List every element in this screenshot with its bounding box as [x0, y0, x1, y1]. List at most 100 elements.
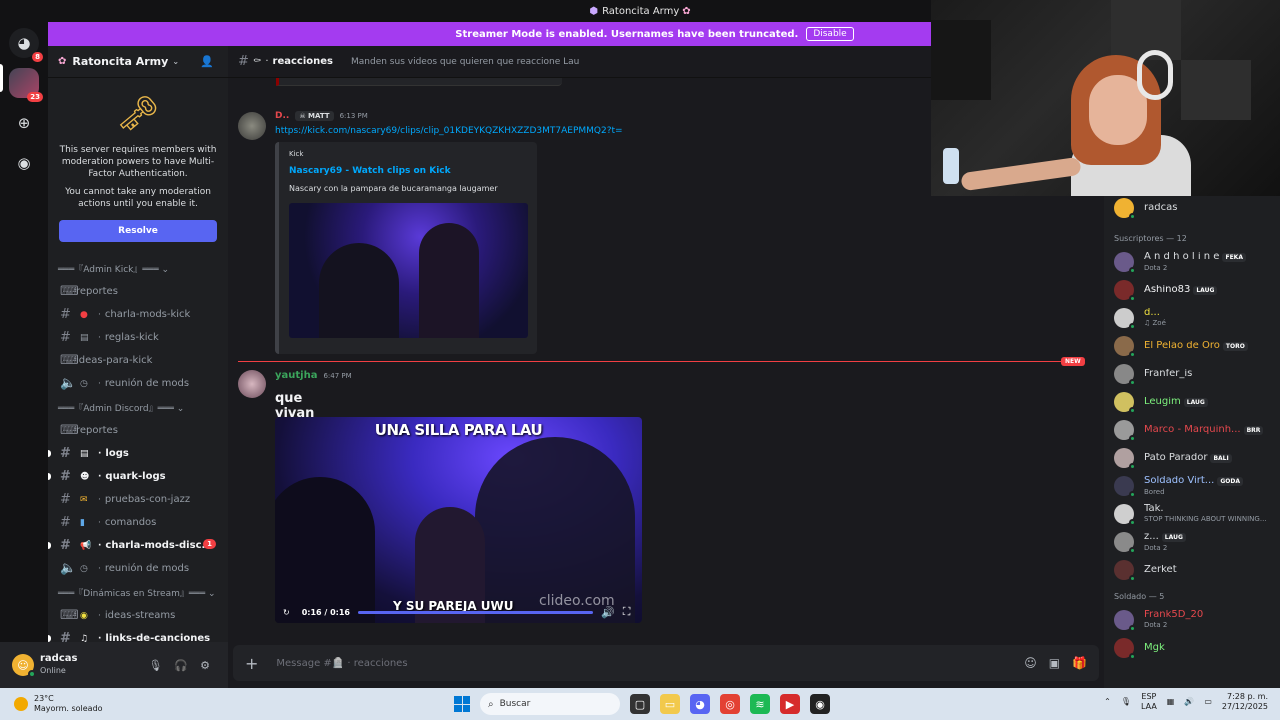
media-app-icon[interactable]: ▶ — [780, 694, 800, 714]
skull-icon: ☠ — [299, 112, 306, 120]
member-item[interactable]: Marco - Marquinh... BRR — [1104, 416, 1280, 444]
member-item[interactable]: Leugim LAUG — [1104, 388, 1280, 416]
battery-icon[interactable]: ▭ — [1204, 697, 1212, 707]
sticker-icon[interactable]: ☺ — [1024, 656, 1037, 670]
member-name-text: El Pelao de Oro — [1144, 340, 1220, 351]
member-item[interactable]: z... LAUG Dota 2 — [1104, 528, 1280, 556]
member-item[interactable]: Soldado Virt... GODA Bored — [1104, 472, 1280, 500]
window-title: Ratoncita Army — [602, 5, 680, 17]
member-activity: Dota 2 — [1144, 543, 1168, 552]
invite-people-icon[interactable]: 👤 — [200, 55, 214, 68]
task-view-icon[interactable]: ▢ — [630, 694, 650, 714]
member-item[interactable]: Pato Parador BALI — [1104, 444, 1280, 472]
author-name[interactable]: D.. — [275, 111, 289, 121]
language-indicator[interactable]: ESP LAA — [1141, 692, 1157, 712]
channel-label: charla-mods-kick — [104, 309, 191, 320]
video-progress-bar[interactable] — [358, 610, 593, 614]
channel-logs[interactable]: # ▤ · logs — [48, 442, 228, 465]
headphones-icon[interactable]: 🎧 — [174, 659, 188, 672]
channel-pruebas-con-jazz[interactable]: # ✉ · pruebas-con-jazz — [48, 488, 228, 511]
channel-links-de-canciones[interactable]: # ♫ · links-de-canciones — [48, 627, 228, 642]
weather-widget[interactable]: 23°C Mayorm. soleado — [0, 694, 103, 714]
microphone-icon[interactable]: 🎙 — [148, 659, 162, 672]
channel-reglas-kick[interactable]: # ▤ · reglas-kick — [48, 326, 228, 349]
book-emoji-icon: ▮ — [80, 517, 85, 528]
member-item[interactable]: Franfer_is — [1104, 360, 1280, 388]
embed-thumbnail[interactable] — [289, 203, 528, 338]
lang-region: LAA — [1140, 702, 1157, 711]
replay-icon[interactable]: ↻ — [283, 608, 290, 617]
channel-reportes-2[interactable]: ⌨ reportes — [48, 419, 228, 442]
member-item[interactable]: Frank5D_20 Dota 2 — [1104, 606, 1280, 634]
disable-streamer-mode-button[interactable]: Disable — [806, 27, 854, 41]
member-item[interactable]: Mgk — [1104, 634, 1280, 662]
clock[interactable]: 7:28 p. m. 27/12/2025 — [1222, 692, 1268, 712]
mic-tray-icon[interactable]: 🎙 — [1121, 697, 1131, 707]
channel-ideas-para-kick[interactable]: ⌨ ideas-para-kick — [48, 349, 228, 372]
windows-start-icon[interactable] — [454, 696, 470, 712]
server-header[interactable]: ✿ Ratoncita Army ⌄ 👤 — [48, 46, 228, 78]
member-item[interactable]: Zerket — [1104, 556, 1280, 584]
plus-icon[interactable]: + — [245, 654, 258, 673]
search-box[interactable]: ⌕ Buscar — [480, 693, 620, 715]
video-controls: ↻ 0:16 / 0:16 🔊 ⛶ — [275, 601, 642, 623]
link-embed: Kick Nascary69 - Watch clips on Kick Nas… — [275, 142, 537, 354]
avatar[interactable] — [238, 370, 266, 398]
channel-reportes[interactable]: ⌨ reportes — [48, 280, 228, 303]
streamer-mode-banner: Streamer Mode is enabled. Usernames have… — [48, 22, 931, 46]
bow-icon: ✿ — [682, 5, 691, 17]
member-activity: STOP THINKING ABOUT WINNING... — [1144, 515, 1267, 523]
message-input[interactable]: Message #🪦 · reacciones — [276, 658, 407, 669]
voice-channel-reunion-2[interactable]: 🔈 ◷ · reunión de mods — [48, 557, 228, 580]
channel-label: ideas-streams — [104, 610, 176, 621]
server-icon-ratoncita[interactable]: 23 — [9, 68, 43, 102]
channel-ideas-streams[interactable]: ⌨ ◉ · ideas-streams — [48, 604, 228, 627]
file-explorer-icon[interactable]: ▭ — [660, 694, 680, 714]
discover-button[interactable]: ◉ — [9, 148, 39, 178]
member-item[interactable]: radcas — [1104, 196, 1280, 220]
author-name[interactable]: yautjha — [275, 370, 317, 381]
resolve-button[interactable]: Resolve — [59, 220, 217, 242]
channel-topic[interactable]: Manden sus videos que quieren que reacci… — [351, 57, 579, 67]
member-item[interactable]: d... ♫ Zoé — [1104, 304, 1280, 332]
volume-icon[interactable]: 🔊 — [1184, 697, 1194, 707]
spotify-icon[interactable]: ≋ — [750, 694, 770, 714]
channel-quark-logs[interactable]: # ☻ · quark-logs — [48, 465, 228, 488]
member-item[interactable]: A n d h o l i n e FEKA Dota 2 — [1104, 248, 1280, 276]
message-link[interactable]: https://kick.com/nascary69/clips/clip_01… — [275, 126, 623, 136]
voice-channel-reunion[interactable]: 🔈 ◷ · reunión de mods — [48, 372, 228, 395]
chevron-up-icon[interactable]: ⌃ — [1104, 697, 1111, 707]
avatar[interactable] — [238, 112, 266, 140]
obs-icon[interactable]: ◉ — [810, 694, 830, 714]
message-composer[interactable]: + Message #🪦 · reacciones ☺ ▣ 🎁 — [233, 645, 1099, 681]
avatar — [1114, 610, 1136, 632]
member-item[interactable]: Ashino83 LAUG — [1104, 276, 1280, 304]
volume-icon[interactable]: 🔊 — [601, 606, 615, 619]
chrome-icon[interactable]: ◎ — [720, 694, 740, 714]
embed-title[interactable]: Nascary69 - Watch clips on Kick — [289, 166, 527, 176]
page-emoji-icon: ▤ — [80, 448, 89, 459]
category-dinamicas[interactable]: ═══『Dinámicas en Stream』═══ ⌄ — [48, 584, 228, 604]
member-item[interactable]: El Pelao de Oro TORO — [1104, 332, 1280, 360]
gear-icon[interactable]: ⚙ — [200, 659, 210, 672]
category-admin-discord[interactable]: ═══『Admin Discord』═══ ⌄ — [48, 399, 228, 419]
image-icon[interactable]: ▣ — [1049, 656, 1060, 670]
channel-charla-mods-kick[interactable]: # ● · charla-mods-kick — [48, 303, 228, 326]
hash-icon: # — [60, 469, 71, 484]
direct-messages-button[interactable]: ◕ 8 — [9, 28, 43, 62]
channel-label: pruebas-con-jazz — [104, 494, 191, 505]
gift-icon[interactable]: 🎁 — [1072, 656, 1087, 670]
add-server-button[interactable]: ⊕ — [9, 108, 39, 138]
channel-comandos[interactable]: # ▮ · comandos — [48, 511, 228, 534]
forum-icon: ⌨ — [60, 423, 79, 438]
video-attachment[interactable]: UNA SILLA PARA LAU Y SU PAREJA UWU clide… — [275, 417, 642, 623]
category-admin-kick[interactable]: ═══『Admin Kick』═══ ⌄ — [48, 260, 228, 280]
member-item[interactable]: Tak. STOP THINKING ABOUT WINNING... — [1104, 500, 1280, 528]
network-icon[interactable]: ▦ — [1167, 697, 1175, 707]
discord-taskbar-icon[interactable]: ◕ — [690, 694, 710, 714]
fullscreen-icon[interactable]: ⛶ — [623, 605, 631, 619]
user-info[interactable]: radcas Online — [40, 653, 77, 677]
composer-actions: ☺ ▣ 🎁 — [1024, 656, 1087, 670]
avatar[interactable]: ☺ — [12, 654, 36, 678]
channel-charla-mods-disc[interactable]: # 📢 · charla-mods-disc... 1 — [48, 534, 228, 557]
